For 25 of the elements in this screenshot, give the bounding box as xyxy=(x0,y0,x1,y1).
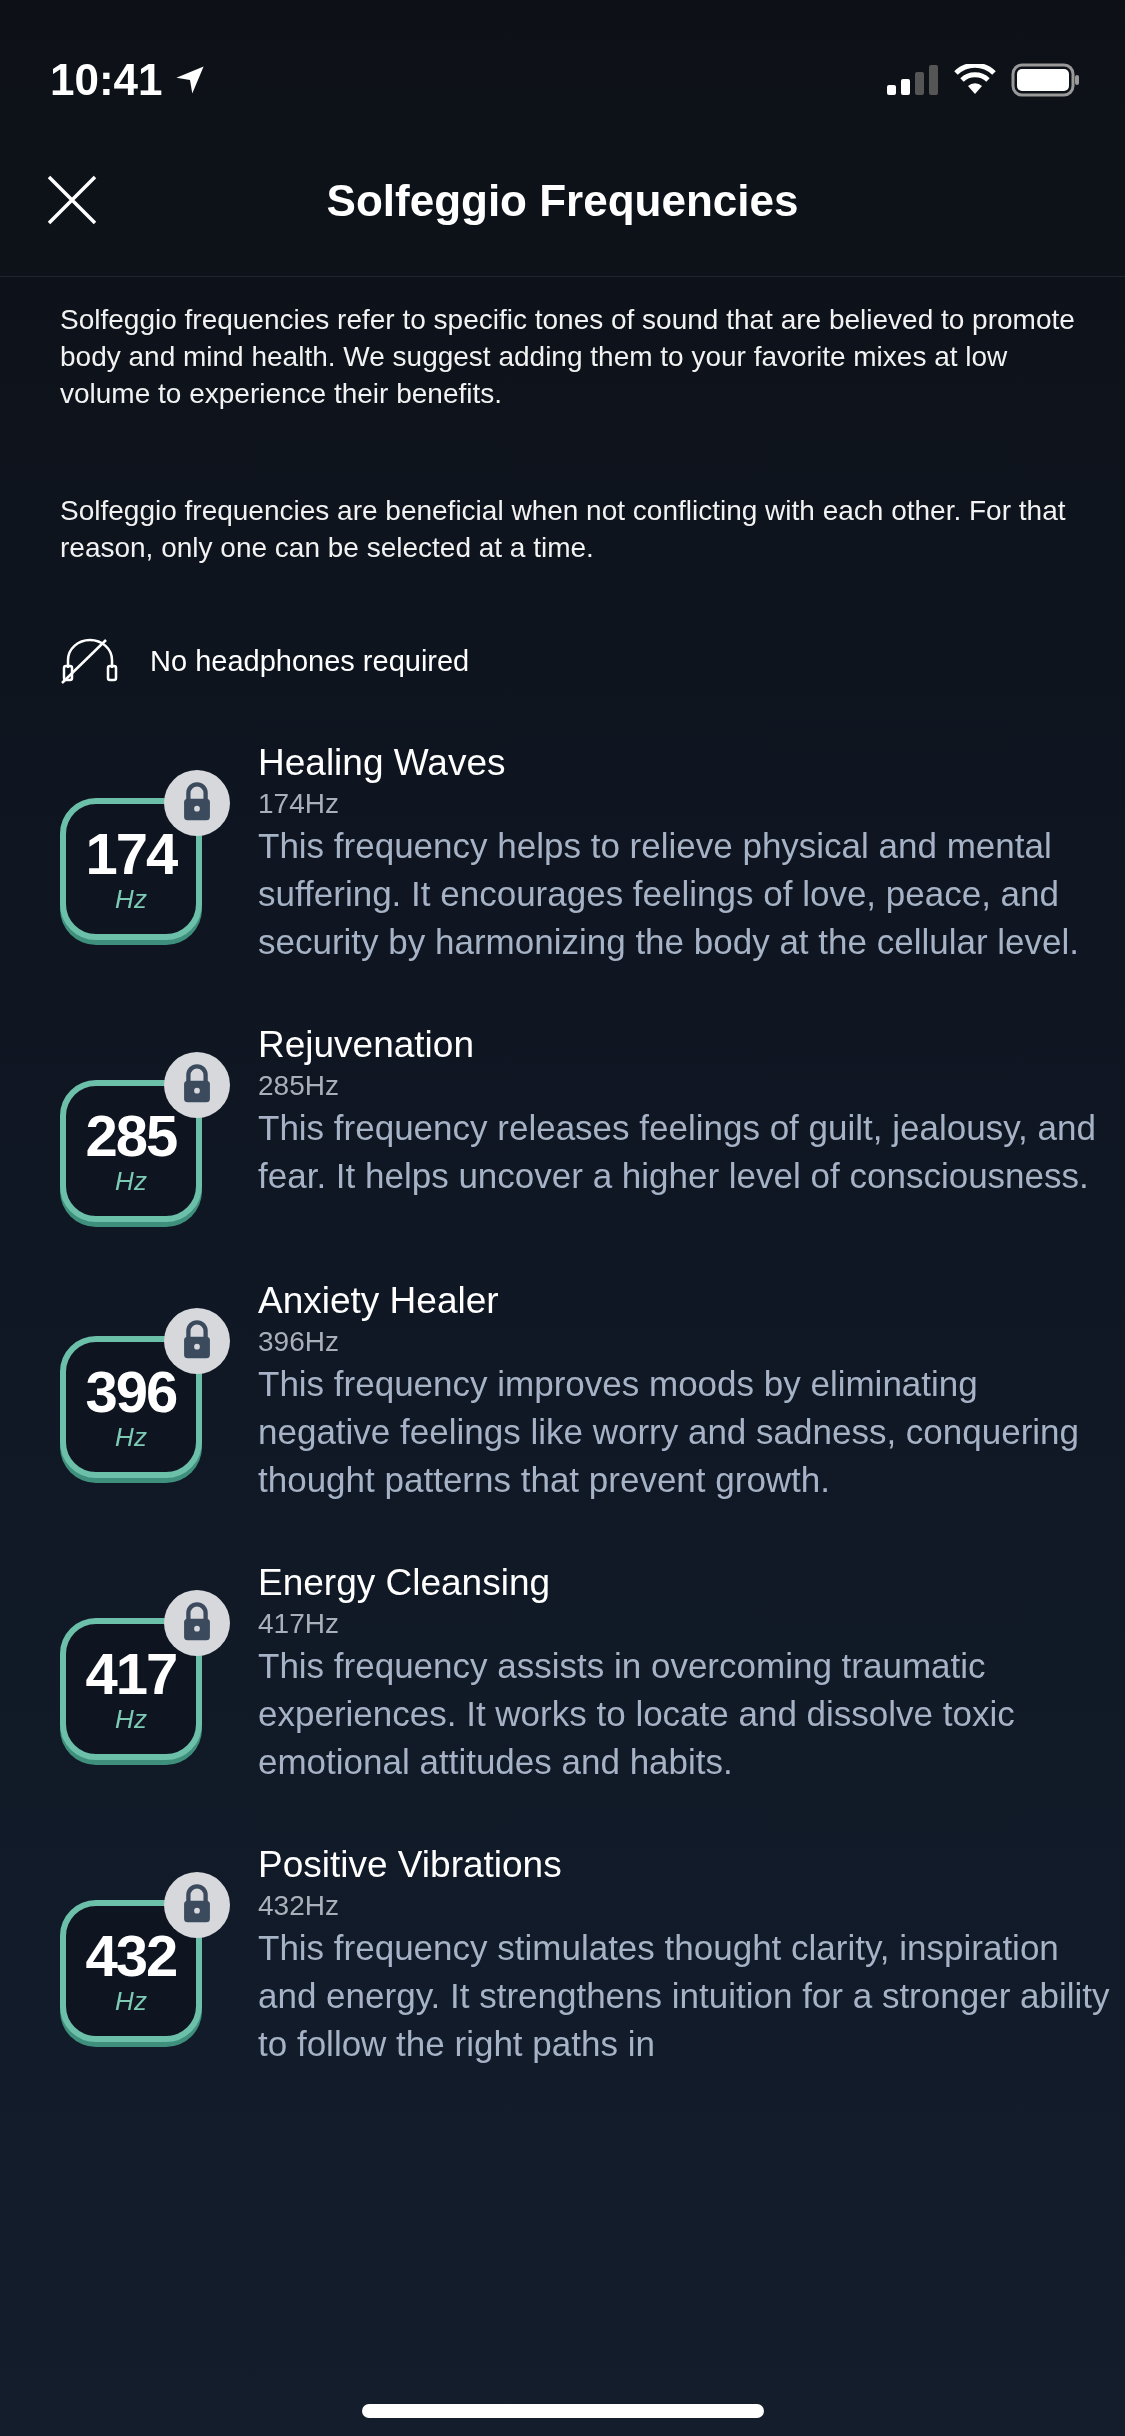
frequency-value: 285Hz xyxy=(258,1069,340,1103)
frequency-title: Healing Waves xyxy=(258,741,507,785)
frequency-description: This frequency helps to relieve physical and mental suffering. It encourages feelings of love, peace, and security by harmonizing the body at the cellular level. xyxy=(258,825,1080,963)
frequency-description: This frequency releases feelings of guilt, jealousy, and fear. It helps uncover a higher level of consciousness. xyxy=(258,1107,1097,1197)
frequency-value: 174Hz xyxy=(258,787,340,821)
headphones-note: No headphones required xyxy=(150,644,470,678)
intro-paragraph: Solfeggio frequencies are beneficial when not conflicting with each other. For that reason, only one can be selected at a time. xyxy=(60,494,1067,565)
frequency-value: 396Hz xyxy=(258,1325,340,1359)
frequency-value: 432Hz xyxy=(258,1889,340,1923)
headphones-crossed-icon xyxy=(60,638,120,684)
frequency-title: Anxiety Healer xyxy=(258,1279,500,1323)
frequency-value: 417Hz xyxy=(258,1607,340,1641)
frequency-title: Energy Cleansing xyxy=(258,1561,552,1605)
close-button[interactable] xyxy=(46,174,98,226)
frequency-description: This frequency improves moods by eliminating negative feelings like worry and sadness, conquering thought patterns that prevent growth. xyxy=(258,1363,1081,1501)
frequency-title: Positive Vibrations xyxy=(258,1843,563,1887)
intro-paragraph: Solfeggio frequencies refer to specific tones of sound that are believed to promote body and mind health. We suggest adding them to your favorite mixes at low volume to experience their benefits. xyxy=(60,303,1076,411)
status-time: 10:41 xyxy=(50,55,163,105)
signal-icon xyxy=(887,65,939,95)
frequency-description: This frequency assists in overcoming traumatic experiences. It works to locate and dissolve toxic emotional attitudes and habits. xyxy=(258,1645,1016,1783)
screen-title: Solfeggio Frequencies xyxy=(326,176,799,226)
frequency-description: This frequency stimulates thought clarity, inspiration and energy. It strengthens intuition for a stronger ability to follow the right paths in xyxy=(258,1927,1111,2065)
battery-icon xyxy=(1011,63,1081,97)
frequency-title: Rejuvenation xyxy=(258,1023,475,1067)
wifi-icon xyxy=(953,64,997,96)
